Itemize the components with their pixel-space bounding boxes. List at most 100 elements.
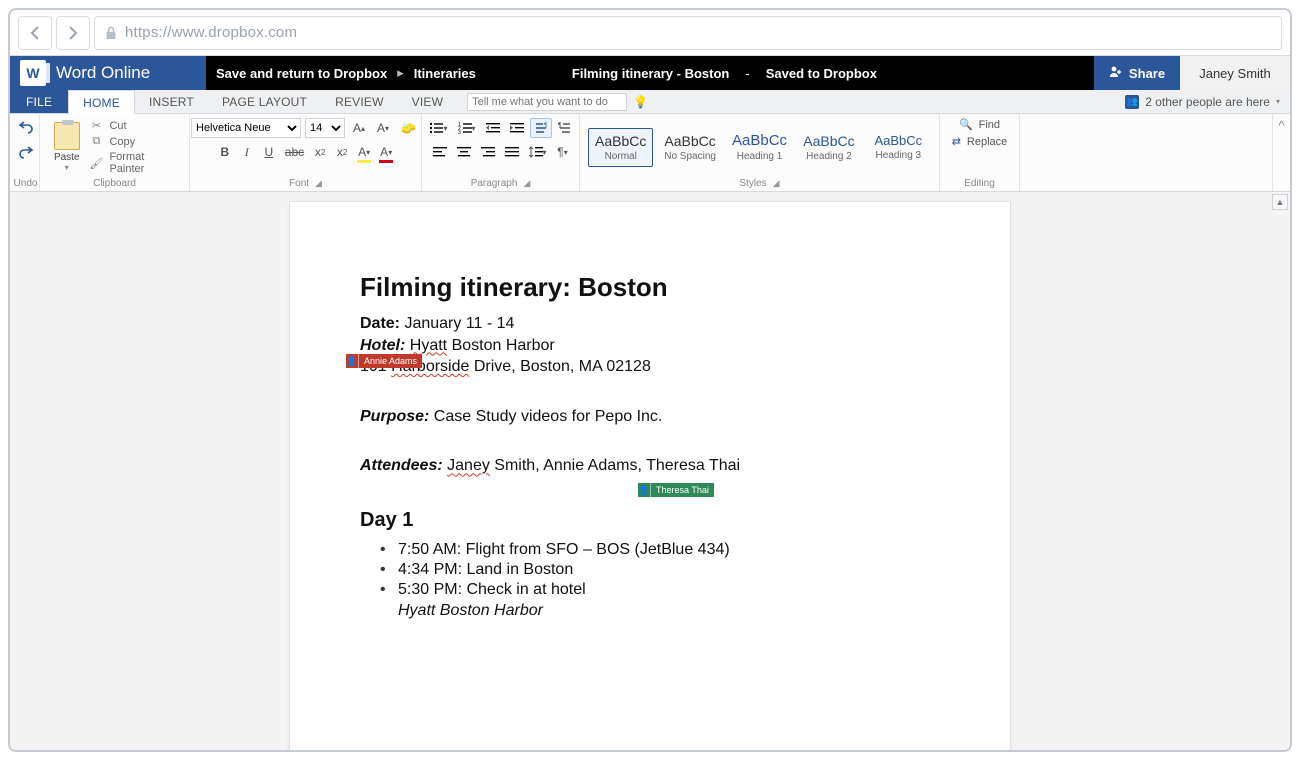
document-title[interactable]: Filming itinerary - Boston — [572, 66, 729, 81]
replace-button[interactable]: ⇄Replace — [952, 135, 1008, 148]
align-right-button[interactable] — [477, 142, 499, 162]
shrink-font-button[interactable]: A▾ — [373, 118, 393, 138]
collab-cursor-theresa: 👤 Theresa Thai — [638, 483, 714, 497]
paste-label: Paste — [48, 152, 85, 163]
doc-day1-list: 7:50 AM: Flight from SFO – BOS (JetBlue … — [398, 540, 940, 600]
copy-button[interactable]: ⧉Copy — [89, 135, 181, 148]
tab-home[interactable]: HOME — [68, 90, 135, 114]
breadcrumb-root[interactable]: Save and return to Dropbox — [216, 66, 387, 81]
highlight-button[interactable]: A ▾ — [354, 142, 374, 162]
format-painter-button[interactable]: 🖌Format Painter — [89, 151, 181, 175]
share-label: Share — [1129, 66, 1165, 81]
style-no-spacing[interactable]: AaBbCcNo Spacing — [657, 128, 722, 167]
share-button[interactable]: Share — [1094, 56, 1180, 90]
superscript-button[interactable]: x2 — [332, 142, 352, 162]
word-icon: W — [20, 60, 46, 86]
editing-group: 🔍Find ⇄Replace Editing — [940, 114, 1020, 191]
tab-insert[interactable]: INSERT — [135, 90, 208, 113]
font-group-label: Font — [289, 178, 309, 189]
font-name-select[interactable]: Helvetica Neue — [191, 118, 301, 138]
scissors-icon: ✂ — [89, 119, 103, 132]
breadcrumb-sep: ▸ — [393, 65, 408, 81]
list-item: 4:34 PM: Land in Boston — [398, 560, 940, 580]
paragraph-dialog-launcher[interactable]: ◢ — [517, 178, 530, 188]
line-spacing-button[interactable]: ▾ — [525, 142, 551, 162]
clear-formatting-button[interactable]: 🧽 — [397, 118, 420, 138]
header-dash: - — [735, 66, 759, 81]
doc-purpose-line: Purpose: Case Study videos for Pepo Inc. — [360, 406, 940, 428]
underline-button[interactable]: U — [259, 142, 279, 162]
document-canvas: ▲ Filming itinerary: Boston Date: Januar… — [10, 192, 1290, 750]
font-dialog-launcher[interactable]: ◢ — [309, 178, 322, 188]
nav-back-button[interactable] — [18, 16, 52, 50]
svg-text:¶: ¶ — [544, 123, 547, 129]
ribbon: Undo Paste ▾ ✂Cut ⧉Copy 🖌Format Painter … — [10, 114, 1290, 192]
clipboard-group-label: Clipboard — [48, 176, 181, 189]
doc-hotel-address: 101 Harborside Drive, Boston, MA 02128 — [360, 356, 940, 378]
style-heading-1[interactable]: AaBbCcHeading 1 — [727, 127, 792, 167]
presence-text: 2 other people are here — [1145, 95, 1270, 109]
copy-icon: ⧉ — [89, 135, 103, 148]
tab-file[interactable]: FILE — [10, 90, 68, 113]
style-heading-2[interactable]: AaBbCcHeading 2 — [796, 128, 861, 167]
undo-button[interactable] — [18, 120, 34, 137]
brand[interactable]: W Word Online — [10, 56, 206, 90]
bold-button[interactable]: B — [215, 142, 235, 162]
doc-date-line: Date: January 11 - 14 — [360, 313, 940, 335]
address-bar[interactable]: https://www.dropbox.com — [94, 16, 1282, 50]
cut-button[interactable]: ✂Cut — [89, 119, 181, 132]
redo-button[interactable] — [18, 145, 34, 162]
paste-button[interactable]: Paste ▾ — [48, 122, 85, 172]
scroll-up-button[interactable]: ▲ — [1272, 194, 1288, 210]
justify-button[interactable] — [501, 142, 523, 162]
align-center-button[interactable] — [453, 142, 475, 162]
address-text: https://www.dropbox.com — [125, 24, 297, 41]
styles-dialog-launcher[interactable]: ◢ — [767, 178, 780, 188]
find-button[interactable]: 🔍Find — [959, 118, 1000, 131]
tell-me-input[interactable] — [467, 93, 627, 111]
paragraph-group-label: Paragraph — [471, 178, 518, 189]
increase-indent-button[interactable] — [506, 118, 528, 138]
rtl-button[interactable]: ¶ — [554, 118, 576, 138]
save-status: Saved to Dropbox — [766, 66, 877, 81]
font-size-select[interactable]: 14 — [305, 118, 345, 138]
collapse-ribbon-button[interactable]: ^ — [1272, 114, 1290, 191]
font-color-button[interactable]: A ▾ — [376, 142, 396, 162]
decrease-indent-button[interactable] — [482, 118, 504, 138]
strikethrough-button[interactable]: abc — [281, 142, 308, 162]
doc-day1-heading: Day 1 — [360, 509, 940, 532]
style-heading-3[interactable]: AaBbCcHeading 3 — [866, 128, 931, 166]
presence-indicator[interactable]: 👥 2 other people are here ▾ — [1125, 90, 1290, 113]
share-icon — [1109, 65, 1123, 82]
align-left-button[interactable] — [429, 142, 451, 162]
header-center: Save and return to Dropbox ▸ Itineraries… — [206, 56, 1094, 90]
replace-icon: ⇄ — [952, 135, 961, 148]
doc-hotel-line: Hotel: Hyatt Boston Harbor — [360, 335, 940, 357]
tab-review[interactable]: REVIEW — [321, 90, 398, 113]
styles-group-label: Styles — [739, 178, 766, 189]
doc-day1-hotel: Hyatt Boston Harbor — [398, 600, 940, 622]
tab-page-layout[interactable]: PAGE LAYOUT — [208, 90, 321, 113]
search-icon: 🔍 — [959, 118, 973, 131]
bullets-button[interactable]: ▾ — [425, 118, 451, 138]
current-user[interactable]: Janey Smith — [1180, 56, 1290, 90]
nav-forward-button[interactable] — [56, 16, 90, 50]
lock-icon — [105, 26, 117, 40]
svg-text:3: 3 — [458, 130, 461, 134]
style-normal[interactable]: AaBbCcNormal — [588, 128, 653, 167]
italic-button[interactable]: I — [237, 142, 257, 162]
special-indent-button[interactable]: ¶▾ — [553, 142, 573, 162]
undo-group-label: Undo — [14, 178, 38, 189]
numbering-button[interactable]: 123▾ — [454, 118, 480, 138]
browser-toolbar: https://www.dropbox.com — [10, 10, 1290, 56]
person-icon: 👤 — [638, 483, 650, 497]
presence-icon: 👥 — [1125, 95, 1139, 109]
list-item: 7:50 AM: Flight from SFO – BOS (JetBlue … — [398, 540, 940, 560]
breadcrumb-leaf[interactable]: Itineraries — [414, 66, 476, 81]
subscript-button[interactable]: x2 — [310, 142, 330, 162]
svg-text:¶: ¶ — [558, 123, 561, 129]
tab-view[interactable]: VIEW — [398, 90, 457, 113]
document-page[interactable]: Filming itinerary: Boston Date: January … — [290, 202, 1010, 750]
grow-font-button[interactable]: A▴ — [349, 118, 369, 138]
ltr-button[interactable]: ¶ — [530, 118, 552, 138]
